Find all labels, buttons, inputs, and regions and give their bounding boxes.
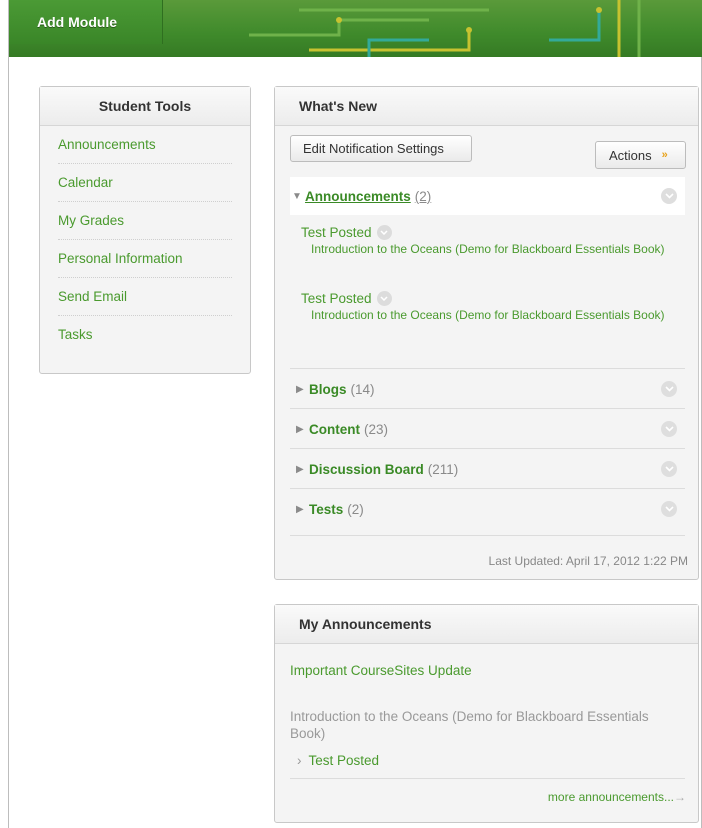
section-count: (14) xyxy=(350,381,375,397)
frame-left-border xyxy=(8,0,9,828)
tool-link-calendar[interactable]: Calendar xyxy=(58,164,232,202)
notice-course-link[interactable]: Introduction to the Oceans (Demo for Bla… xyxy=(301,242,681,257)
arrow-right-icon: → xyxy=(674,790,686,804)
triangle-right-icon: ▶ xyxy=(296,463,304,475)
actions-label: Actions xyxy=(609,147,652,163)
notice-title[interactable]: Test Posted xyxy=(301,291,372,306)
announcements-section-header[interactable]: ▼ Announcements (2) xyxy=(290,177,685,215)
announcement-item-label[interactable]: Test Posted xyxy=(309,753,380,768)
announcements-section-label[interactable]: Announcements xyxy=(305,189,411,204)
triangle-down-icon: ▼ xyxy=(292,190,302,202)
add-module-button[interactable]: Add Module xyxy=(9,0,163,44)
section-label[interactable]: Content xyxy=(309,422,360,437)
student-tools-list: Announcements Calendar My Grades Persona… xyxy=(40,126,250,353)
section-count: (2) xyxy=(347,501,364,517)
last-updated-text: Last Updated: April 17, 2012 1:22 PM xyxy=(488,554,688,568)
whats-new-panel: What's New Edit Notification Settings Ac… xyxy=(274,86,699,580)
important-announcement-link[interactable]: Important CourseSites Update xyxy=(290,663,472,678)
section-tests[interactable]: ▶ Tests (2) xyxy=(290,488,685,529)
chevron-down-icon[interactable] xyxy=(661,501,677,517)
chevron-down-icon[interactable] xyxy=(661,461,677,477)
triangle-right-icon: ▶ xyxy=(296,503,304,515)
chevron-down-icon[interactable] xyxy=(661,188,677,204)
actions-button[interactable]: Actions » xyxy=(595,141,686,169)
student-tools-title: Student Tools xyxy=(40,87,250,126)
chevron-right-icon: › xyxy=(297,753,302,768)
section-label[interactable]: Tests xyxy=(309,502,343,517)
tool-link-tasks[interactable]: Tasks xyxy=(58,316,232,353)
my-announcements-title: My Announcements xyxy=(275,605,698,644)
student-tools-panel: Student Tools Announcements Calendar My … xyxy=(39,86,251,374)
triangle-right-icon: ▶ xyxy=(296,423,304,435)
more-announcements-link[interactable]: more announcements...→ xyxy=(548,790,686,804)
my-announcements-panel: My Announcements Important CourseSites U… xyxy=(274,604,699,823)
more-announcements-label[interactable]: more announcements... xyxy=(548,790,674,804)
section-count: (211) xyxy=(427,461,459,477)
triangle-right-icon: ▶ xyxy=(296,383,304,395)
tool-link-send-email[interactable]: Send Email xyxy=(58,278,232,316)
double-chevron-down-icon: » xyxy=(661,149,668,161)
whats-new-title: What's New xyxy=(275,87,698,126)
chevron-down-icon[interactable] xyxy=(376,291,392,306)
chevron-down-icon[interactable] xyxy=(661,381,677,397)
announcement-item[interactable]: › Test Posted xyxy=(297,753,379,768)
announcement-notice: Test Posted Introduction to the Oceans (… xyxy=(301,291,681,323)
section-label[interactable]: Discussion Board xyxy=(309,462,424,477)
section-label[interactable]: Blogs xyxy=(309,382,347,397)
notice-title[interactable]: Test Posted xyxy=(301,225,372,240)
announcements-section-count: (2) xyxy=(414,188,432,204)
chevron-down-icon[interactable] xyxy=(661,421,677,437)
top-banner: Add Module xyxy=(9,0,702,57)
course-name: Introduction to the Oceans (Demo for Bla… xyxy=(290,709,649,741)
divider xyxy=(290,778,685,779)
chevron-down-icon[interactable] xyxy=(376,225,392,240)
section-content[interactable]: ▶ Content (23) xyxy=(290,408,685,449)
notice-course-link[interactable]: Introduction to the Oceans (Demo for Bla… xyxy=(301,308,681,323)
section-count: (23) xyxy=(364,421,389,437)
tool-link-my-grades[interactable]: My Grades xyxy=(58,202,232,240)
edit-notification-settings-button[interactable]: Edit Notification Settings xyxy=(290,135,472,162)
announcement-notice: Test Posted Introduction to the Oceans (… xyxy=(301,225,681,257)
section-blogs[interactable]: ▶ Blogs (14) xyxy=(290,368,685,409)
section-discussion-board[interactable]: ▶ Discussion Board (211) xyxy=(290,448,685,489)
tool-link-personal-information[interactable]: Personal Information xyxy=(58,240,232,278)
tool-link-announcements[interactable]: Announcements xyxy=(58,126,232,164)
divider xyxy=(290,535,685,536)
